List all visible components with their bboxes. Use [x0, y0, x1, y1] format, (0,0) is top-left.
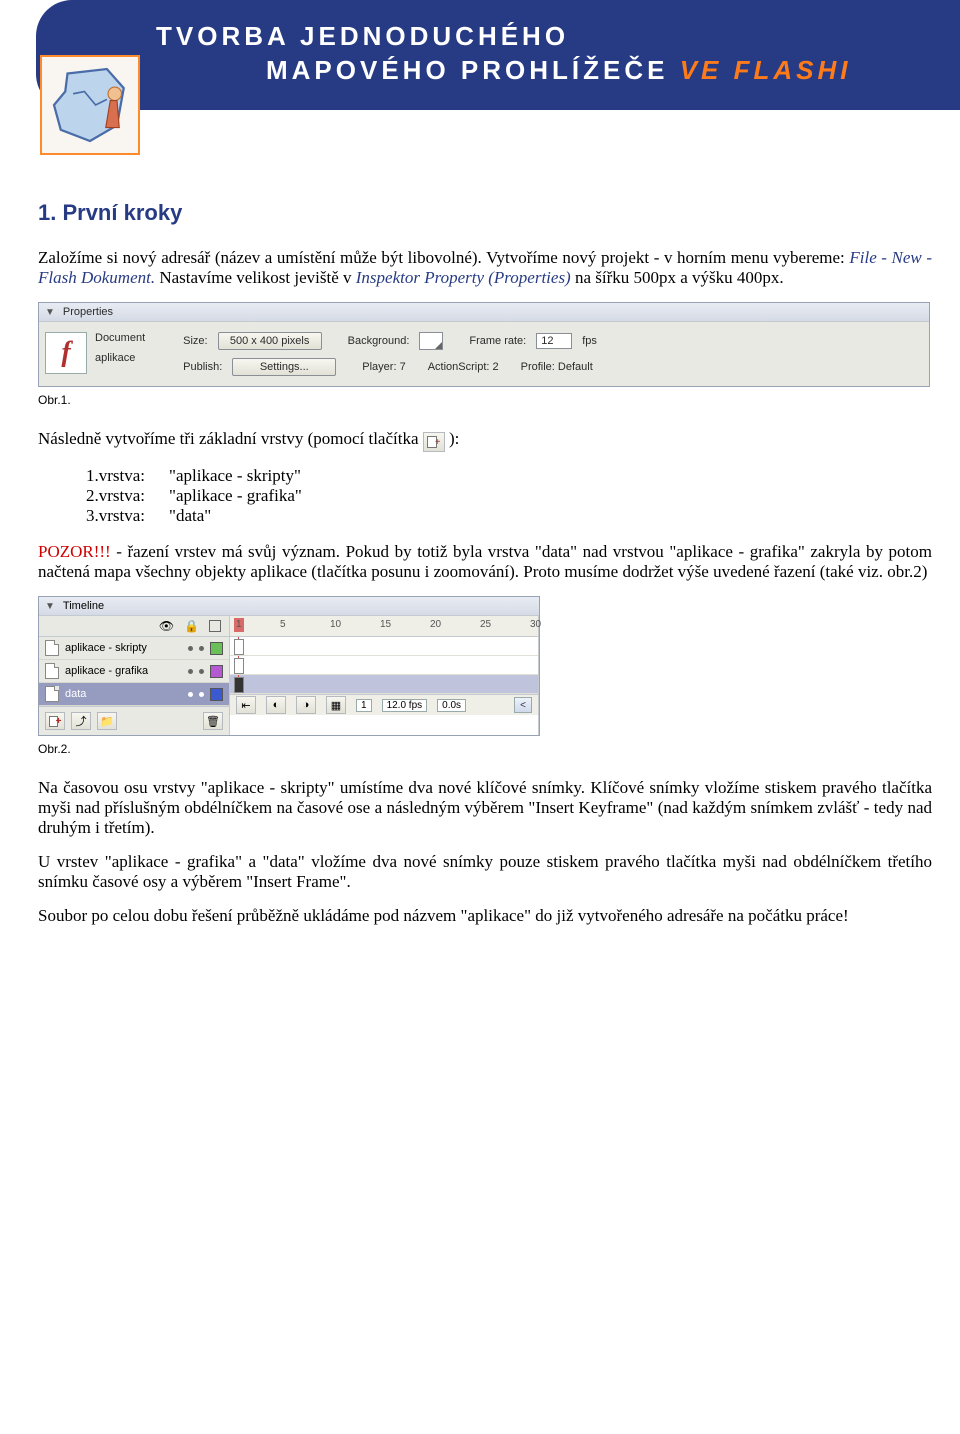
visibility-dot[interactable]	[188, 669, 193, 674]
application-name: aplikace	[95, 352, 145, 364]
outline-color-swatch[interactable]	[210, 642, 223, 655]
timeline-panel: ▼ Timeline 👁 🔒 aplikace - skripty	[38, 596, 540, 736]
properties-panel-header[interactable]: ▼ Properties	[39, 303, 929, 322]
onion-outline-icon[interactable]: ◑	[296, 696, 316, 714]
background-swatch[interactable]	[419, 332, 443, 350]
layer-icon	[45, 663, 59, 679]
document-label: Document	[95, 332, 145, 344]
figure2-caption: Obr.2.	[38, 742, 932, 756]
layer-key: 2.vrstva:	[38, 486, 169, 506]
banner-bar: Tvorba jednoduchého mapového prohlížeče …	[36, 0, 960, 110]
player-label: Player: 7	[362, 361, 405, 373]
scroll-left-icon[interactable]: <	[514, 697, 532, 713]
timeline-panel-title: Timeline	[63, 600, 104, 612]
timeline-layers-footer: + ⤴ 📁 🗑	[39, 706, 229, 735]
lock-icon[interactable]: 🔒	[184, 619, 199, 633]
keyframe-cell[interactable]	[234, 658, 244, 674]
paragraph-warning: POZOR!!! - řazení vrstev má svůj význam.…	[38, 542, 932, 582]
insert-folder-icon[interactable]: 📁	[97, 712, 117, 730]
layer-val: "aplikace - skripty"	[169, 466, 302, 486]
outline-icon[interactable]	[209, 620, 221, 632]
framerate-input[interactable]: 12	[536, 333, 572, 349]
layer-icon	[45, 640, 59, 656]
insert-layer-icon[interactable]: +	[45, 712, 65, 730]
timeline-panel-header[interactable]: ▼ Timeline	[39, 597, 539, 616]
properties-panel-title: Properties	[63, 306, 113, 318]
layer-key: 1.vrstva:	[38, 466, 169, 486]
timeline-track-footer: ⇤ ◐ ◑ ▦ 1 12.0 fps 0.0s <	[230, 694, 538, 715]
layer-val: "data"	[169, 506, 302, 526]
framerate-label: Frame rate:	[469, 335, 526, 347]
insert-layer-icon: +	[423, 432, 445, 452]
figure1-caption: Obr.1.	[38, 393, 932, 407]
outline-color-swatch[interactable]	[210, 665, 223, 678]
timeline-layer-row-selected[interactable]: data	[39, 683, 229, 706]
size-button[interactable]: 500 x 400 pixels	[218, 332, 322, 350]
lock-dot[interactable]	[199, 646, 204, 651]
section-heading: 1. První kroky	[38, 200, 932, 226]
layer-key: 3.vrstva:	[38, 506, 169, 526]
onion-skin-icon[interactable]: ◐	[266, 696, 286, 714]
paragraph-insertframe: U vrstev "aplikace - grafika" a "data" v…	[38, 852, 932, 892]
timeline-ruler[interactable]: 1 5 10 15 20 25 30	[230, 616, 538, 637]
visibility-dot[interactable]	[188, 646, 193, 651]
properties-panel-body: f Document aplikace Size: 500 x 400 pixe…	[39, 322, 929, 386]
collapse-triangle-icon[interactable]: ▼	[45, 307, 55, 318]
layer-icon	[45, 686, 59, 702]
layer-val: "aplikace - grafika"	[169, 486, 302, 506]
banner-logo-icon	[40, 55, 140, 155]
size-label: Size:	[183, 335, 207, 347]
header-banner: Tvorba jednoduchého mapového prohlížeče …	[0, 0, 960, 170]
document-type-icon: f	[45, 332, 87, 374]
warn-label: POZOR!!!	[38, 542, 111, 561]
settings-button[interactable]: Settings...	[232, 358, 336, 376]
layer-name: aplikace - skripty	[65, 642, 182, 654]
current-frame-field: 1	[356, 699, 372, 712]
layer-list: 1.vrstva:"aplikace - skripty" 2.vrstva:"…	[38, 466, 302, 526]
outline-color-swatch[interactable]	[210, 688, 223, 701]
actionscript-label: ActionScript: 2	[428, 361, 499, 373]
layer-name: data	[65, 688, 182, 700]
profile-label: Profile: Default	[521, 361, 593, 373]
fps-field: 12.0 fps	[382, 699, 428, 712]
visibility-dot[interactable]	[188, 692, 193, 697]
collapse-triangle-icon[interactable]: ▼	[45, 601, 55, 612]
center-frame-icon[interactable]: ⇤	[236, 696, 256, 714]
banner-title-line2: mapového prohlížeče ve FLASHI	[266, 54, 960, 88]
timeline-layer-row[interactable]: aplikace - skripty	[39, 637, 229, 660]
timeline-track-row[interactable]	[230, 637, 538, 656]
eye-icon[interactable]: 👁	[159, 619, 174, 633]
delete-layer-icon[interactable]: 🗑	[203, 712, 223, 730]
edit-multiple-icon[interactable]: ▦	[326, 696, 346, 714]
paragraph-keyframes: Na časovou osu vrstvy "aplikace - skript…	[38, 778, 932, 838]
keyframe-cell[interactable]	[234, 677, 244, 693]
paragraph-layers-intro: Následně vytvoříme tři základní vrstvy (…	[38, 429, 932, 452]
background-label: Background:	[348, 335, 410, 347]
timeline-track-area[interactable]: 1 5 10 15 20 25 30	[230, 616, 539, 735]
page-content: 1. První kroky Založíme si nový adresář …	[0, 200, 960, 980]
paragraph-intro: Založíme si nový adresář (název a umístě…	[38, 248, 932, 288]
properties-panel: ▼ Properties f Document aplikace Size: 5…	[38, 302, 930, 387]
lock-dot[interactable]	[199, 669, 204, 674]
paragraph-save: Soubor po celou dobu řešení průběžně ukl…	[38, 906, 932, 926]
banner-title-line1: Tvorba jednoduchého	[156, 20, 960, 54]
fps-label: fps	[582, 335, 597, 347]
timeline-layer-row[interactable]: aplikace - grafika	[39, 660, 229, 683]
keyframe-cell[interactable]	[234, 639, 244, 655]
lock-dot[interactable]	[199, 692, 204, 697]
timeline-track-row[interactable]	[230, 656, 538, 675]
publish-label: Publish:	[183, 361, 222, 373]
insert-motion-icon[interactable]: ⤴	[71, 712, 91, 730]
timeline-track-row-selected[interactable]	[230, 675, 538, 694]
elapsed-time-field: 0.0s	[437, 699, 466, 712]
layer-name: aplikace - grafika	[65, 665, 182, 677]
timeline-layers-column: 👁 🔒 aplikace - skripty aplikace - grafik…	[39, 616, 230, 735]
